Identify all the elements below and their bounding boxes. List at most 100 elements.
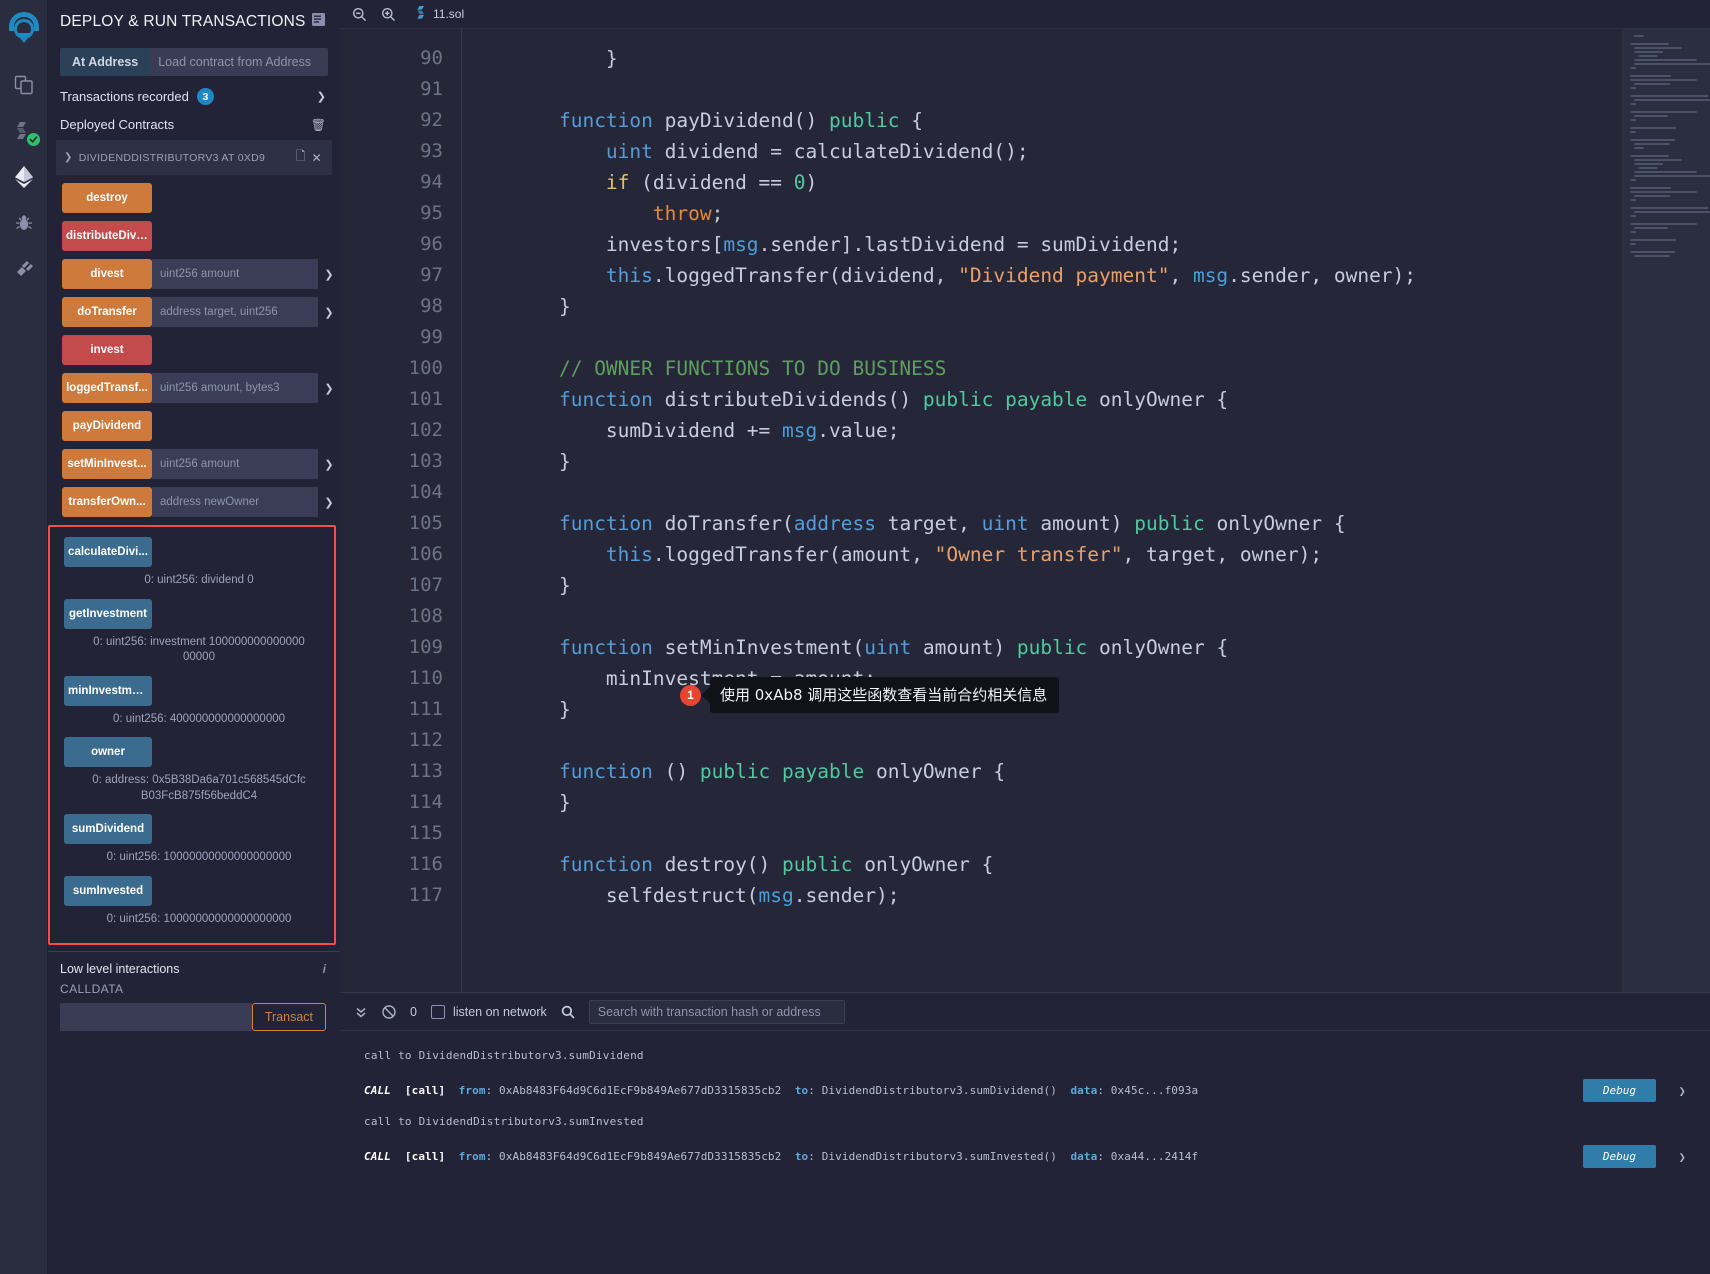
function-button-loggedtransf-[interactable]: loggedTransf... <box>62 373 152 403</box>
debug-button[interactable]: Debug <box>1582 1145 1656 1168</box>
chevron-down-icon[interactable]: ❯ <box>318 496 340 509</box>
code-line[interactable] <box>512 725 1622 756</box>
function-button-transferown-[interactable]: transferOwn... <box>62 487 152 517</box>
code-line[interactable]: } <box>512 43 1622 74</box>
code-line[interactable]: } <box>512 787 1622 818</box>
code-line[interactable]: minInvestment = amount; <box>512 663 1622 694</box>
code-line[interactable]: sumDividend += msg.value; <box>512 415 1622 446</box>
line-number: 94 <box>420 171 443 193</box>
search-icon[interactable] <box>561 1005 575 1019</box>
function-args-input[interactable] <box>152 487 318 517</box>
view-function-button-calculatedivi-[interactable]: calculateDivi... <box>64 537 152 567</box>
chevron-down-icon[interactable]: ❯ <box>1679 1084 1686 1098</box>
code-line[interactable]: function distributeDividends() public pa… <box>512 384 1622 415</box>
listen-on-network-toggle[interactable]: listen on network <box>430 1004 547 1019</box>
no-entry-icon[interactable] <box>382 1004 396 1019</box>
view-function-button-suminvested[interactable]: sumInvested <box>64 875 152 906</box>
code-line[interactable]: function () public payable onlyOwner { <box>512 756 1622 787</box>
code-line[interactable] <box>512 477 1622 508</box>
zoom-in-icon[interactable] <box>381 7 396 22</box>
book-icon[interactable] <box>311 12 326 32</box>
code-line[interactable]: throw; <box>512 198 1622 229</box>
line-number: 110 <box>408 667 443 689</box>
chevron-down-icon[interactable]: ❯ <box>317 90 326 103</box>
chevron-down-icon[interactable]: ❯ <box>318 268 340 281</box>
view-function-button-sumdividend[interactable]: sumDividend <box>64 814 152 845</box>
deployed-contract-item[interactable]: ❯ DIVIDENDDISTRIBUTORV3 AT 0XD9 🗋 ✕ <box>56 140 332 175</box>
remix-logo[interactable] <box>2 6 46 50</box>
code-line[interactable]: function setMinInvestment(uint amount) p… <box>512 632 1622 663</box>
line-number: 105 <box>408 512 443 534</box>
chevron-down-icon[interactable]: ❯ <box>318 458 340 471</box>
function-button-destroy[interactable]: destroy <box>62 183 152 213</box>
code-line[interactable] <box>512 74 1622 105</box>
at-address-input[interactable] <box>150 48 328 76</box>
terminal-search-input[interactable] <box>588 999 845 1024</box>
view-function-button-mininvestment[interactable]: minInvestment <box>64 675 152 706</box>
code-token: public payable <box>699 760 865 783</box>
function-args-input[interactable] <box>152 259 318 289</box>
code-content[interactable]: } function payDividend() public { uint d… <box>462 29 1622 992</box>
chevron-down-icon[interactable]: ❯ <box>1679 1150 1686 1164</box>
chevron-down-icon[interactable]: ❯ <box>318 382 340 395</box>
chevron-down-icon[interactable]: ❯ <box>318 306 340 319</box>
copy-icon[interactable]: 🗋 <box>296 147 306 168</box>
trash-icon[interactable]: 🗑 <box>311 118 326 132</box>
code-line[interactable]: this.loggedTransfer(amount, "Owner trans… <box>512 539 1622 570</box>
function-button-dotransfer[interactable]: doTransfer <box>62 297 152 327</box>
terminal-log[interactable]: call to DividendDistributorv3.sumDividen… <box>340 1031 1710 1274</box>
function-args-input[interactable] <box>152 449 318 479</box>
code-line[interactable]: // OWNER FUNCTIONS TO DO BUSINESS <box>512 353 1622 384</box>
code-line[interactable]: function payDividend() public { <box>512 105 1622 136</box>
editor-tab-11-sol[interactable]: 11.sol <box>410 6 470 22</box>
code-line[interactable]: uint dividend = calculateDividend(); <box>512 136 1622 167</box>
function-button-paydividend[interactable]: payDividend <box>62 411 152 441</box>
code-line[interactable]: function doTransfer(address target, uint… <box>512 508 1622 539</box>
double-chevron-down-icon[interactable] <box>354 1005 368 1019</box>
editor-tab-label: 11.sol <box>433 7 465 21</box>
info-icon[interactable]: i <box>323 962 326 976</box>
debugger-icon[interactable] <box>2 200 46 246</box>
calldata-input[interactable] <box>60 1003 252 1032</box>
transact-button[interactable]: Transact <box>251 1003 326 1032</box>
code-line[interactable]: if (dividend == 0) <box>512 167 1622 198</box>
code-line[interactable] <box>512 322 1622 353</box>
callout-arrow-icon <box>701 687 710 703</box>
debug-button[interactable]: Debug <box>1582 1079 1656 1102</box>
code-token: .value; <box>817 419 900 442</box>
transactions-recorded-row[interactable]: Transactions recorded 3 ❯ <box>48 76 340 113</box>
view-function-button-owner[interactable]: owner <box>64 737 152 768</box>
chevron-down-icon[interactable]: ❯ <box>64 152 73 163</box>
code-line[interactable]: } <box>512 291 1622 322</box>
zoom-out-icon[interactable] <box>352 7 367 22</box>
terminal-call-row[interactable]: CALL [call] from: 0xAb8483F64d9C6d1EcF9b8… <box>364 1128 1710 1168</box>
function-args-input[interactable] <box>152 373 318 403</box>
function-args-input[interactable] <box>152 297 318 327</box>
function-button-invest[interactable]: invest <box>62 335 152 365</box>
code-line[interactable]: selfdestruct(msg.sender); <box>512 880 1622 911</box>
close-icon[interactable]: ✕ <box>312 151 322 165</box>
editor-minimap[interactable] <box>1622 29 1710 992</box>
code-line[interactable]: this.loggedTransfer(dividend, "Dividend … <box>512 260 1622 291</box>
code-editor[interactable]: 90 91 92 93 94 95 96 97 98 99 100 101 102 103 104 105 10… <box>340 29 1710 992</box>
function-button-setmininvest-[interactable]: setMinInvest... <box>62 449 152 479</box>
view-function-button-getinvestment[interactable]: getInvestment <box>64 598 152 629</box>
code-line[interactable]: function destroy() public onlyOwner { <box>512 849 1622 880</box>
code-line[interactable]: } <box>512 446 1622 477</box>
code-line[interactable] <box>512 818 1622 849</box>
function-button-distributedivi-[interactable]: distributeDivi... <box>62 221 152 251</box>
file-explorer-icon[interactable] <box>2 62 46 108</box>
code-area[interactable]: 90 91 92 93 94 95 96 97 98 99 100 101 102 103 104 105 10… <box>340 29 1622 992</box>
listen-checkbox[interactable] <box>430 1004 445 1019</box>
function-button-divest[interactable]: divest <box>62 259 152 289</box>
deploy-run-icon[interactable] <box>2 154 46 200</box>
code-line[interactable]: } <box>512 694 1622 725</box>
code-line[interactable]: } <box>512 570 1622 601</box>
code-line[interactable] <box>512 601 1622 632</box>
solidity-compiler-icon[interactable] <box>2 108 46 154</box>
plugin-manager-icon[interactable] <box>2 246 46 292</box>
code-line[interactable]: investors[msg.sender].lastDividend = sum… <box>512 229 1622 260</box>
terminal-call-row[interactable]: CALL [call] from: 0xAb8483F64d9C6d1EcF9b8… <box>364 1062 1710 1102</box>
at-address-button[interactable]: At Address <box>60 48 151 76</box>
